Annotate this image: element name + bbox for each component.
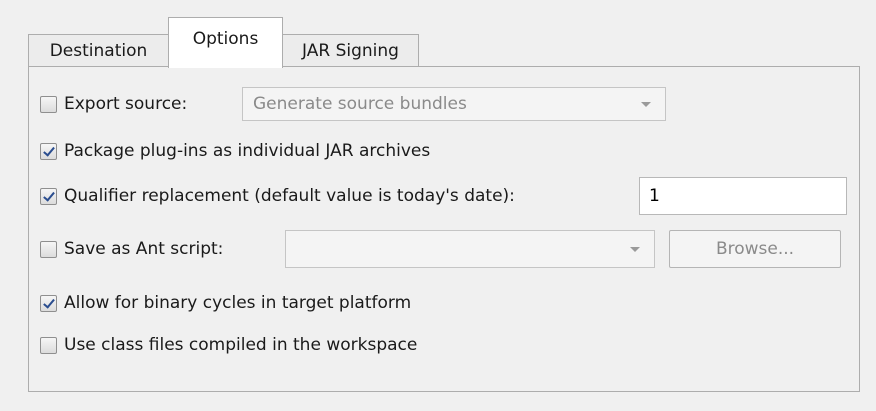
package-plugins-label: Package plug-ins as individual JAR archi… <box>64 141 431 161</box>
class-files-row: Use class files compiled in the workspac… <box>29 331 417 359</box>
export-source-row: Export source: <box>29 87 187 121</box>
export-source-label: Export source: <box>64 94 188 114</box>
qualifier-input[interactable]: 1 <box>639 177 847 215</box>
binary-cycles-row: Allow for binary cycles in target platfo… <box>29 289 411 317</box>
ant-script-checkbox[interactable] <box>40 240 57 258</box>
tab-jar-signing[interactable]: JAR Signing <box>283 34 419 67</box>
binary-cycles-label: Allow for binary cycles in target platfo… <box>64 293 412 313</box>
export-source-combo-value: Generate source bundles <box>253 94 467 114</box>
tab-options-label: Options <box>192 29 259 49</box>
qualifier-input-value: 1 <box>649 186 660 206</box>
browse-button[interactable]: Browse... <box>669 230 841 268</box>
ant-script-row: Save as Ant script: <box>29 230 223 268</box>
package-plugins-checkbox[interactable] <box>40 142 57 160</box>
ant-script-label: Save as Ant script: <box>64 239 224 259</box>
package-plugins-row: Package plug-ins as individual JAR archi… <box>29 137 430 165</box>
class-files-checkbox[interactable] <box>40 336 57 354</box>
export-source-combo[interactable]: Generate source bundles <box>242 87 666 121</box>
tab-jar-signing-label: JAR Signing <box>302 41 399 61</box>
ant-script-combo[interactable] <box>285 230 655 268</box>
qualifier-checkbox[interactable] <box>40 187 57 205</box>
export-source-checkbox[interactable] <box>40 95 57 113</box>
options-panel: Export source: Generate source bundles P… <box>28 66 860 392</box>
qualifier-label: Qualifier replacement (default value is … <box>64 186 515 206</box>
browse-button-label: Browse... <box>715 239 795 259</box>
class-files-label: Use class files compiled in the workspac… <box>64 335 418 355</box>
qualifier-row: Qualifier replacement (default value is … <box>29 177 515 215</box>
chevron-down-icon <box>641 102 651 107</box>
tab-options[interactable]: Options <box>168 17 283 68</box>
tab-destination-label: Destination <box>49 41 148 61</box>
chevron-down-icon <box>630 247 640 252</box>
binary-cycles-checkbox[interactable] <box>40 294 57 312</box>
tab-destination[interactable]: Destination <box>28 34 168 67</box>
